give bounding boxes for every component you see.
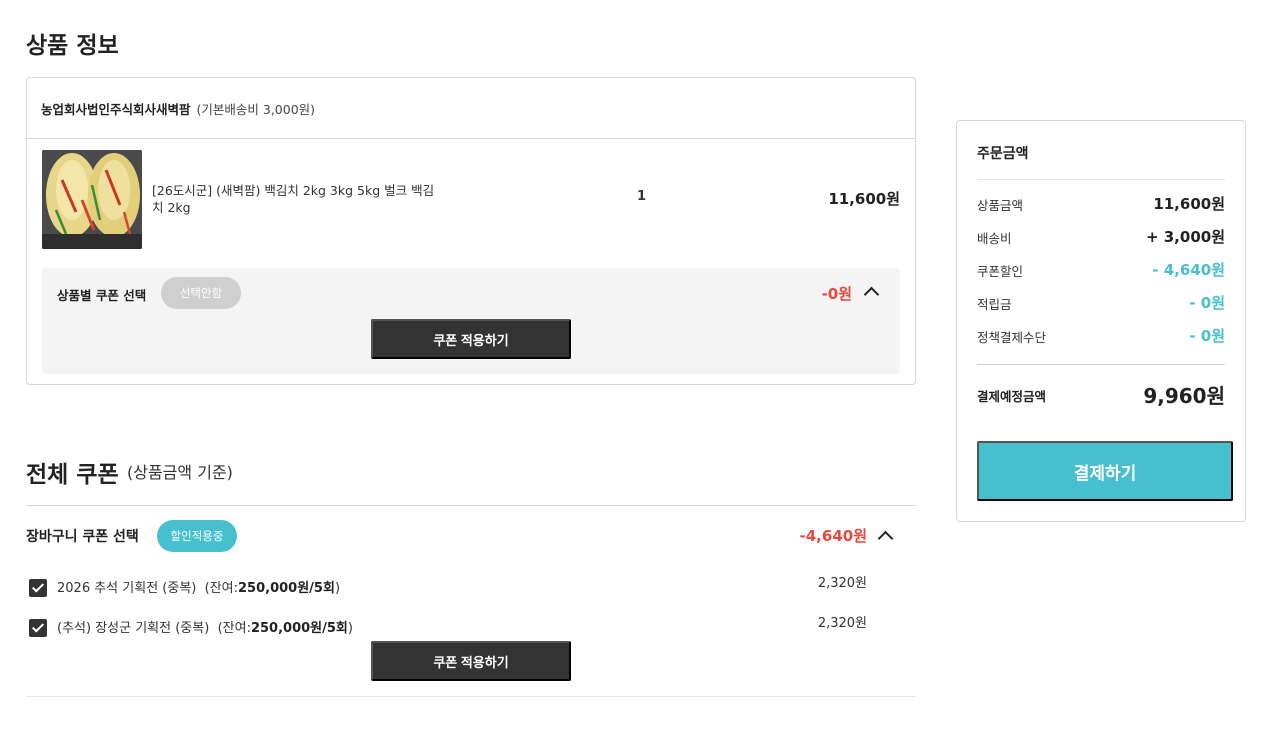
cart-coupon-amount: -4,640원	[799, 527, 867, 545]
seller-row: 농업회사법인주식회사새벽팜 (기본배송비 3,000원)	[27, 78, 915, 139]
summary-label: 적립금	[977, 297, 1012, 312]
summary-row-coupon-discount: 쿠폰할인 - 4,640원	[977, 259, 1225, 279]
product-name[interactable]: [26도시군] (새벽팜) 백김치 2kg 3kg 5kg 벌크 백김치 2kg	[152, 182, 442, 216]
product-coupon-status-badge[interactable]: 선택안함	[161, 277, 241, 309]
coupon-remain: (잔여:250,000원/5회)	[204, 581, 341, 596]
product-coupon-amount: -0원	[821, 285, 852, 303]
seller-name: 농업회사법인주식회사새벽팜	[41, 101, 191, 117]
product-coupon-panel: 상품별 쿠폰 선택 선택안함 -0원 쿠폰 적용하기	[42, 268, 900, 374]
summary-row-shipping: 배송비 + 3,000원	[977, 226, 1225, 246]
coupon-item: (추석) 장성군 기획전 (중복) (잔여:250,000원/5회)	[57, 617, 353, 636]
all-coupon-subtitle: (상품금액 기준)	[127, 463, 233, 482]
divider	[26, 696, 916, 697]
divider	[26, 505, 916, 506]
summary-row-policy-payment: 정책결제수단 - 0원	[977, 325, 1225, 345]
divider	[977, 364, 1225, 365]
summary-value: 11,600원	[1153, 195, 1225, 213]
summary-row-points: 적립금 - 0원	[977, 292, 1225, 312]
product-price: 11,600원	[828, 190, 900, 208]
summary-value: + 3,000원	[1145, 228, 1225, 246]
summary-value: - 0원	[1189, 294, 1225, 312]
coupon-name: 2026 추석 기획전 (중복)	[57, 581, 197, 596]
summary-label: 쿠폰할인	[977, 264, 1024, 279]
product-section-title: 상품 정보	[26, 33, 119, 59]
product-item-row: [26도시군] (새벽팜) 백김치 2kg 3kg 5kg 벌크 백김치 2kg…	[27, 139, 915, 259]
product-coupon-label: 상품별 쿠폰 선택	[57, 288, 147, 303]
cart-coupon-status-badge[interactable]: 할인적용중	[157, 520, 237, 552]
product-quantity: 1	[637, 189, 647, 204]
summary-label: 배송비	[977, 231, 1012, 246]
summary-label: 정책결제수단	[977, 330, 1047, 345]
product-thumbnail[interactable]	[42, 150, 142, 249]
product-box: 농업회사법인주식회사새벽팜 (기본배송비 3,000원) [26도시군] (새벽…	[26, 77, 916, 385]
coupon-checkbox[interactable]	[29, 579, 47, 597]
coupon-remain: (잔여:250,000원/5회)	[217, 621, 353, 636]
summary-row-product-amount: 상품금액 11,600원	[977, 193, 1225, 213]
coupon-value: 2,320원	[817, 616, 867, 631]
chevron-up-icon[interactable]	[877, 530, 894, 547]
coupon-item: 2026 추석 기획전 (중복) (잔여:250,000원/5회)	[57, 577, 340, 596]
summary-label: 상품금액	[977, 198, 1024, 213]
divider	[977, 179, 1225, 180]
pay-button[interactable]: 결제하기	[977, 441, 1233, 501]
product-coupon-apply-button[interactable]: 쿠폰 적용하기	[371, 319, 571, 359]
coupon-value: 2,320원	[817, 576, 867, 591]
coupon-name: (추석) 장성군 기획전 (중복)	[57, 621, 210, 636]
summary-value: - 4,640원	[1152, 261, 1225, 279]
chevron-up-icon[interactable]	[863, 286, 880, 303]
cart-coupon-apply-button[interactable]: 쿠폰 적용하기	[371, 641, 571, 681]
total-label: 결제예정금액	[977, 389, 1047, 404]
all-coupon-title: 전체 쿠폰	[26, 462, 119, 488]
cart-coupon-label: 장바구니 쿠폰 선택	[26, 529, 139, 545]
total-value: 9,960원	[1143, 384, 1225, 408]
order-summary-panel: 주문금액 상품금액 11,600원 배송비 + 3,000원 쿠폰할인 - 4,…	[956, 120, 1246, 522]
summary-title: 주문금액	[977, 146, 1029, 162]
coupon-checkbox[interactable]	[29, 619, 47, 637]
seller-shipping-fee: (기본배송비 3,000원)	[196, 101, 316, 117]
summary-value: - 0원	[1189, 327, 1225, 345]
